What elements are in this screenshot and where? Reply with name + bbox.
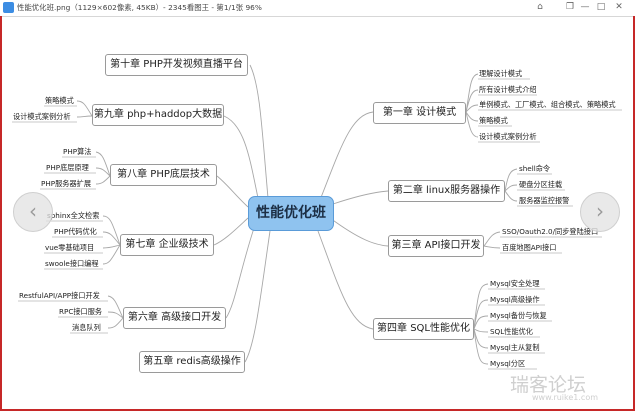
chapter-2-node[interactable]: 第二章 linux服务器操作 (388, 180, 505, 202)
ch4-leaf: Mysql高级操作 (490, 295, 540, 304)
ch9-leaf: 策略模式 (45, 96, 74, 105)
ch2-leaf: shell命令 (519, 164, 551, 173)
chapter-9-node[interactable]: 第九章 php+haddop大数据 (92, 104, 224, 126)
ch6-leaf: RestfulAPI/APP接口开发 (19, 291, 100, 300)
chapter-4-node[interactable]: 第四章 SQL性能优化 (373, 318, 474, 340)
ch8-leaf: PHP底层原理 (46, 163, 89, 172)
prev-image-button[interactable]: ‹ (13, 192, 53, 232)
ch3-leaf: 百度地图API接口 (502, 243, 557, 252)
chapter-6-node[interactable]: 第六章 高级接口开发 (123, 307, 226, 329)
ch7-leaf: sphinx全文检索 (47, 211, 100, 220)
ch2-leaf: 服务器监控报警 (519, 196, 570, 205)
ch7-leaf: vue零基础项目 (45, 243, 95, 252)
ch9-leaf: 设计模式案例分析 (13, 112, 71, 121)
ch1-leaf: 策略模式 (479, 116, 508, 125)
ch6-leaf: RPC接口服务 (59, 307, 103, 316)
chapter-7-node[interactable]: 第七章 企业级技术 (120, 234, 214, 256)
ch8-leaf: PHP服务器扩展 (41, 179, 92, 188)
ch1-leaf: 设计模式案例分析 (479, 132, 537, 141)
frame-border-left (0, 16, 2, 411)
watermark-url: www.ruike1.com (532, 393, 599, 402)
ch7-leaf: PHP代码优化 (54, 227, 97, 236)
chapter-1-node[interactable]: 第一章 设计模式 (373, 102, 466, 124)
ch6-leaf: 消息队列 (72, 323, 101, 332)
ch3-leaf: SSO/Oauth2.0/同步登陆接口 (502, 227, 599, 236)
ch4-leaf: Mysql分区 (490, 359, 526, 368)
ch8-leaf: PHP算法 (63, 147, 92, 156)
ch7-leaf: swoole接口编程 (45, 259, 99, 268)
center-node[interactable]: 性能优化班 (248, 196, 334, 231)
ch1-leaf: 所有设计模式介绍 (479, 85, 537, 94)
ch4-leaf: Mysql主从复制 (490, 343, 540, 352)
ch4-leaf: Mysql安全处理 (490, 279, 540, 288)
ch1-leaf: 理解设计模式 (479, 69, 523, 78)
chapter-8-node[interactable]: 第八章 PHP底层技术 (110, 164, 217, 186)
chevron-right-icon: › (596, 199, 604, 223)
ch4-leaf: Mysql备份与恢复 (490, 311, 547, 320)
chevron-left-icon: ‹ (29, 199, 37, 223)
ch2-leaf: 硬盘分区挂载 (519, 180, 563, 189)
next-image-button[interactable]: › (580, 192, 620, 232)
ch4-leaf: SQL性能优化 (490, 327, 533, 336)
chapter-3-node[interactable]: 第三章 API接口开发 (388, 235, 484, 257)
ch1-leaf: 单例模式、工厂模式、组合模式、策略模式 (479, 100, 616, 109)
chapter-5-node[interactable]: 第五章 redis高级操作 (139, 351, 245, 373)
chapter-10-node[interactable]: 第十章 PHP开发视频直播平台 (105, 54, 248, 76)
